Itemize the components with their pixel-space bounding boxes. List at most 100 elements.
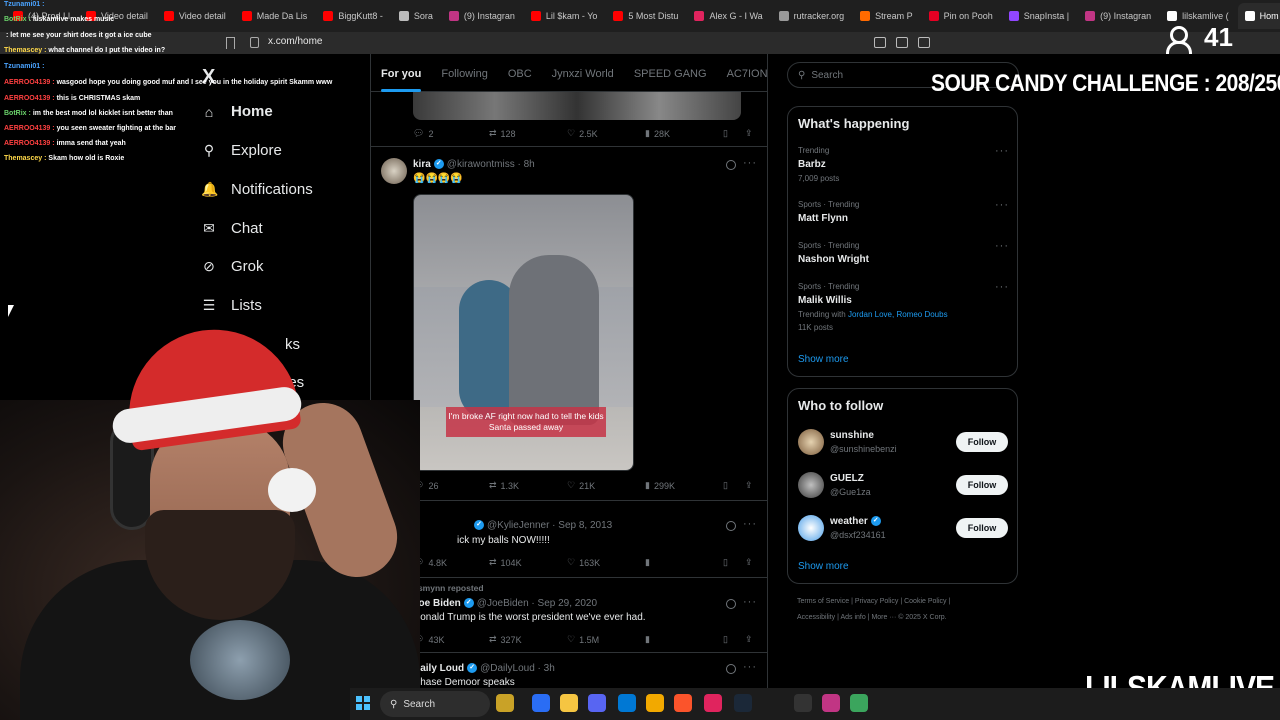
repost-button[interactable]: ⇄ 104K (489, 557, 522, 568)
taskbar-app-icon[interactable] (794, 694, 812, 712)
footer-links[interactable]: Accessibility | Ads info | More ··· © 20… (797, 614, 947, 621)
repost-button[interactable]: ⇄ 1.3K (489, 480, 519, 491)
tab-speed-gang[interactable]: SPEED GANG (624, 54, 717, 92)
post-author[interactable]: ✓ @KylieJenner · Sep 8, 2013 (471, 520, 612, 531)
taskbar-app-icon[interactable] (560, 694, 578, 712)
more-options-icon[interactable]: ··· (995, 199, 1009, 211)
like-button[interactable]: ♡ 1.5M (567, 634, 599, 645)
avatar[interactable] (798, 515, 824, 541)
browser-tab[interactable]: (9) Instagran (442, 3, 522, 29)
more-options-icon[interactable]: ··· (995, 240, 1009, 252)
browser-tab[interactable]: 5 Most Distu (606, 3, 685, 29)
taskbar-app-icon[interactable] (532, 694, 550, 712)
post-handle[interactable]: @KylieJenner · Sep 8, 2013 (487, 520, 612, 531)
browser-tab[interactable]: (9) Instagran (1078, 3, 1158, 29)
like-button[interactable]: ♡ 2.5K (567, 128, 598, 139)
browser-tab[interactable]: Stream P (853, 3, 920, 29)
taskbar-app-icon[interactable] (822, 694, 840, 712)
post-handle[interactable]: @kirawontmiss · 8h (447, 159, 535, 170)
show-more-link[interactable]: Show more (798, 561, 849, 572)
bookmark-icon[interactable]: ▯ (723, 634, 728, 645)
follow-button[interactable]: Follow (956, 475, 1008, 495)
tab-following[interactable]: Following (431, 54, 497, 92)
follow-name[interactable]: sunshine (830, 430, 874, 441)
bookmark-icon[interactable]: ▯ (723, 128, 728, 139)
taskbar-app-icon[interactable] (850, 694, 868, 712)
browser-tab[interactable]: Lil $kam - Yo (524, 3, 605, 29)
like-button[interactable]: ♡ 21K (567, 480, 595, 491)
follow-button[interactable]: Follow (956, 518, 1008, 538)
tab-for-you[interactable]: For you (371, 54, 431, 92)
sidebar-item-chat[interactable]: ✉ Chat (201, 220, 263, 237)
browser-tab[interactable]: Hom (1237, 3, 1280, 29)
taskbar-app-icon[interactable] (588, 694, 606, 712)
browser-tab[interactable]: Sora (392, 3, 440, 29)
taskbar-app-icon[interactable] (496, 694, 514, 712)
bookmark-icon[interactable]: ▯ (723, 480, 728, 491)
browser-tab[interactable]: rutracker.org (772, 3, 852, 29)
trend-item[interactable]: Barbz (798, 159, 826, 170)
grok-icon[interactable] (726, 521, 736, 531)
post-handle[interactable]: @DailyLoud · 3h (480, 663, 555, 674)
more-options-icon[interactable]: ··· (743, 157, 757, 169)
cast-icon[interactable] (874, 37, 886, 48)
windows-start-icon[interactable] (356, 696, 370, 710)
post-handle[interactable]: @JoeBiden · Sep 29, 2020 (477, 598, 597, 609)
share-icon[interactable] (896, 37, 908, 48)
extension-icon[interactable] (918, 37, 930, 48)
repost-button[interactable]: ⇄ 128 (489, 128, 516, 139)
taskbar-app-icon[interactable] (734, 694, 752, 712)
sidebar-item-grok[interactable]: ⊘ Grok (201, 258, 263, 275)
tab-jynxzi-world[interactable]: Jynxzi World (542, 54, 624, 92)
more-options-icon[interactable]: ··· (995, 145, 1009, 157)
post-author[interactable]: kira ✓ @kirawontmiss · 8h (413, 159, 535, 170)
grok-icon[interactable] (726, 664, 736, 674)
taskbar-app-icon[interactable] (704, 694, 722, 712)
taskbar-app-icon[interactable] (646, 694, 664, 712)
taskbar-app-icon[interactable] (674, 694, 692, 712)
browser-tab[interactable]: Pin on Pooh (922, 3, 1000, 29)
trend-link[interactable]: Jordan Love, Romeo Doubs (848, 310, 948, 319)
post-author[interactable]: Daily Loud ✓ @DailyLoud · 3h (413, 663, 555, 674)
trend-item[interactable]: Nashon Wright (798, 254, 869, 265)
views-button[interactable]: ▮ 299K (645, 480, 675, 491)
taskbar-app-icon[interactable] (618, 694, 636, 712)
more-options-icon[interactable]: ··· (995, 281, 1009, 293)
like-button[interactable]: ♡ 163K (567, 557, 600, 568)
repost-button[interactable]: ⇄ 327K (489, 634, 522, 645)
share-icon[interactable]: ⇪ (745, 634, 753, 645)
bookmark-icon[interactable]: ▯ (723, 557, 728, 568)
avatar[interactable] (798, 472, 824, 498)
more-options-icon[interactable]: ··· (743, 518, 757, 530)
post-media[interactable] (413, 92, 741, 120)
browser-tab[interactable]: SnapInsta | (1002, 3, 1076, 29)
share-icon[interactable]: ⇪ (745, 480, 753, 491)
views-button[interactable]: ▮ (645, 557, 650, 568)
more-options-icon[interactable]: ··· (743, 596, 757, 608)
taskbar-search[interactable]: ⚲ Search (380, 691, 490, 717)
more-options-icon[interactable]: ··· (743, 661, 757, 673)
browser-tab[interactable]: Alex G - I Wa (687, 3, 769, 29)
grok-icon[interactable] (726, 160, 736, 170)
show-more-link[interactable]: Show more (798, 354, 849, 365)
sidebar-item-notifications[interactable]: 🔔 Notifications (201, 181, 313, 198)
views-button[interactable]: ▮ (645, 634, 650, 645)
tab-obc[interactable]: OBC (498, 54, 542, 92)
follow-name[interactable]: weather ✓ (830, 516, 884, 527)
footer-links[interactable]: Terms of Service | Privacy Policy | Cook… (797, 598, 950, 605)
tab-ac7ionhou[interactable]: AC7IONHOU (717, 54, 767, 92)
grok-icon[interactable] (726, 599, 736, 609)
reply-button[interactable]: 💬︎ 2 (413, 128, 433, 139)
share-icon[interactable]: ⇪ (745, 557, 753, 568)
share-icon[interactable]: ⇪ (745, 128, 753, 139)
follow-name[interactable]: GUELZ (830, 473, 864, 484)
views-button[interactable]: ▮ 28K (645, 128, 670, 139)
avatar[interactable] (381, 158, 407, 184)
sidebar-item-lists[interactable]: ☰ Lists (201, 297, 262, 314)
post-video[interactable]: I'm broke AF right now had to tell the k… (413, 194, 634, 471)
trend-item[interactable]: Matt Flynn (798, 213, 848, 224)
post-author[interactable]: Joe Biden ✓ @JoeBiden · Sep 29, 2020 (413, 598, 597, 609)
avatar[interactable] (798, 429, 824, 455)
trend-item[interactable]: Malik Willis (798, 295, 852, 306)
follow-button[interactable]: Follow (956, 432, 1008, 452)
